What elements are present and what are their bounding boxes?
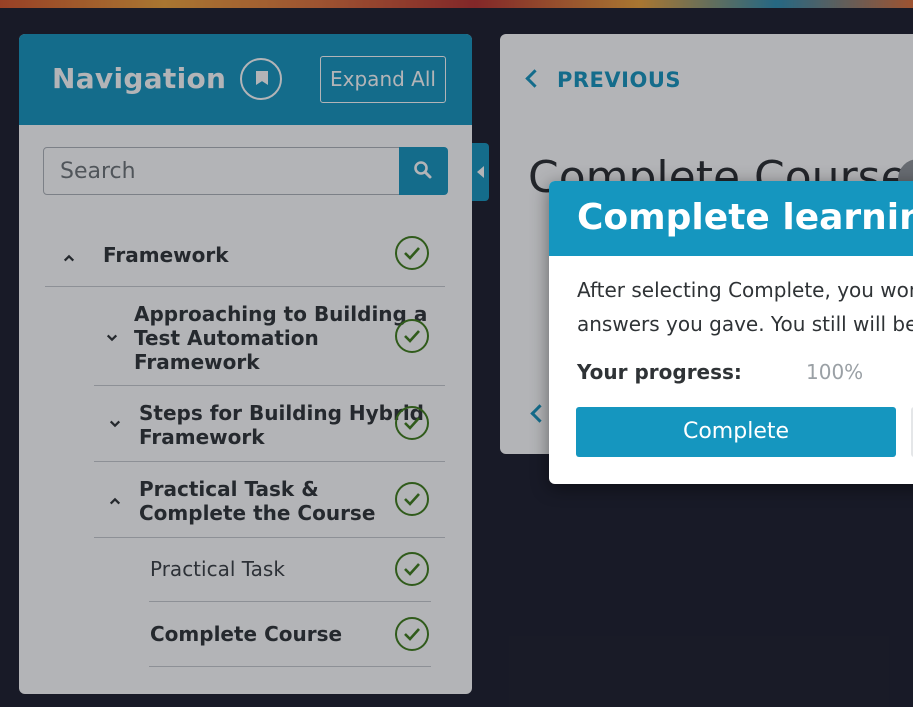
search-bar xyxy=(43,147,448,195)
previous-link[interactable]: PREVIOUS xyxy=(525,68,682,92)
tree-item-practical-task-group[interactable]: Practical Task & Complete the Course xyxy=(19,477,472,535)
dialog-header: Complete learning xyxy=(549,181,913,256)
chevron-up-icon xyxy=(63,254,75,262)
tree-item-framework[interactable]: Framework xyxy=(19,230,472,286)
completed-check-icon xyxy=(395,406,429,440)
tree-item-approaching-framework[interactable]: Approaching to Building a Test Automatio… xyxy=(19,302,472,384)
tree-item-hybrid-framework[interactable]: Steps for Building Hybrid Framework xyxy=(19,401,472,459)
top-decorative-strip xyxy=(0,0,913,8)
completed-check-icon xyxy=(395,319,429,353)
search-icon xyxy=(414,161,432,179)
progress-value: 100% xyxy=(806,360,864,384)
label-line: Framework xyxy=(134,350,260,374)
complete-learning-dialog: Complete learning After selecting Comple… xyxy=(549,181,913,484)
completed-check-icon xyxy=(395,617,429,651)
divider xyxy=(149,601,431,602)
tree-item-label: Steps for Building Hybrid Framework xyxy=(139,401,424,449)
completed-check-icon xyxy=(395,236,429,270)
divider xyxy=(149,666,431,667)
bookmark-icon xyxy=(256,71,268,85)
tree-item-practical-task[interactable]: Practical Task xyxy=(19,551,472,601)
tree-item-label: Approaching to Building a Test Automatio… xyxy=(134,302,427,374)
chevron-down-icon xyxy=(106,334,118,342)
bookmark-button[interactable] xyxy=(240,58,282,100)
navigation-title: Navigation xyxy=(52,62,227,95)
divider xyxy=(94,537,445,538)
tree-item-label: Practical Task xyxy=(150,557,285,581)
chevron-down-icon xyxy=(109,420,121,428)
tree-item-label: Framework xyxy=(103,243,229,267)
chevron-left-icon xyxy=(525,69,544,88)
previous-label: PREVIOUS xyxy=(557,68,682,92)
tree-item-label: Complete Course xyxy=(150,622,343,646)
completed-check-icon xyxy=(395,482,429,516)
completed-check-icon xyxy=(395,552,429,586)
label-line: Practical Task & xyxy=(139,477,319,501)
dialog-message: After selecting Complete, you won answer… xyxy=(577,273,913,341)
label-line: Framework xyxy=(139,425,265,449)
dialog-title: Complete learning xyxy=(577,197,913,238)
collapse-navigation-button[interactable] xyxy=(472,143,489,201)
label-line: Complete the Course xyxy=(139,501,376,525)
navigation-header: Navigation Expand All xyxy=(19,34,472,125)
label-line: Test Automation xyxy=(134,326,319,350)
message-line: answers you gave. You still will be xyxy=(577,312,913,336)
expand-all-button[interactable]: Expand All xyxy=(320,56,446,103)
divider xyxy=(94,461,445,462)
caret-left-icon xyxy=(477,166,484,178)
label-line: Steps for Building Hybrid xyxy=(139,401,424,425)
progress-label: Your progress: xyxy=(577,360,742,384)
label-line: Approaching to Building a xyxy=(134,302,428,326)
search-button[interactable] xyxy=(399,147,448,195)
divider xyxy=(94,385,445,386)
chevron-up-icon xyxy=(109,497,121,505)
search-input[interactable] xyxy=(43,147,400,195)
divider xyxy=(45,286,445,287)
complete-button[interactable]: Complete xyxy=(576,407,896,457)
tree-item-complete-course[interactable]: Complete Course xyxy=(19,616,472,666)
navigation-panel: Navigation Expand All Framework Appr xyxy=(19,34,472,694)
tree-item-label: Practical Task & Complete the Course xyxy=(139,477,375,525)
message-line: After selecting Complete, you won xyxy=(577,278,913,302)
chevron-left-icon[interactable] xyxy=(530,404,549,423)
